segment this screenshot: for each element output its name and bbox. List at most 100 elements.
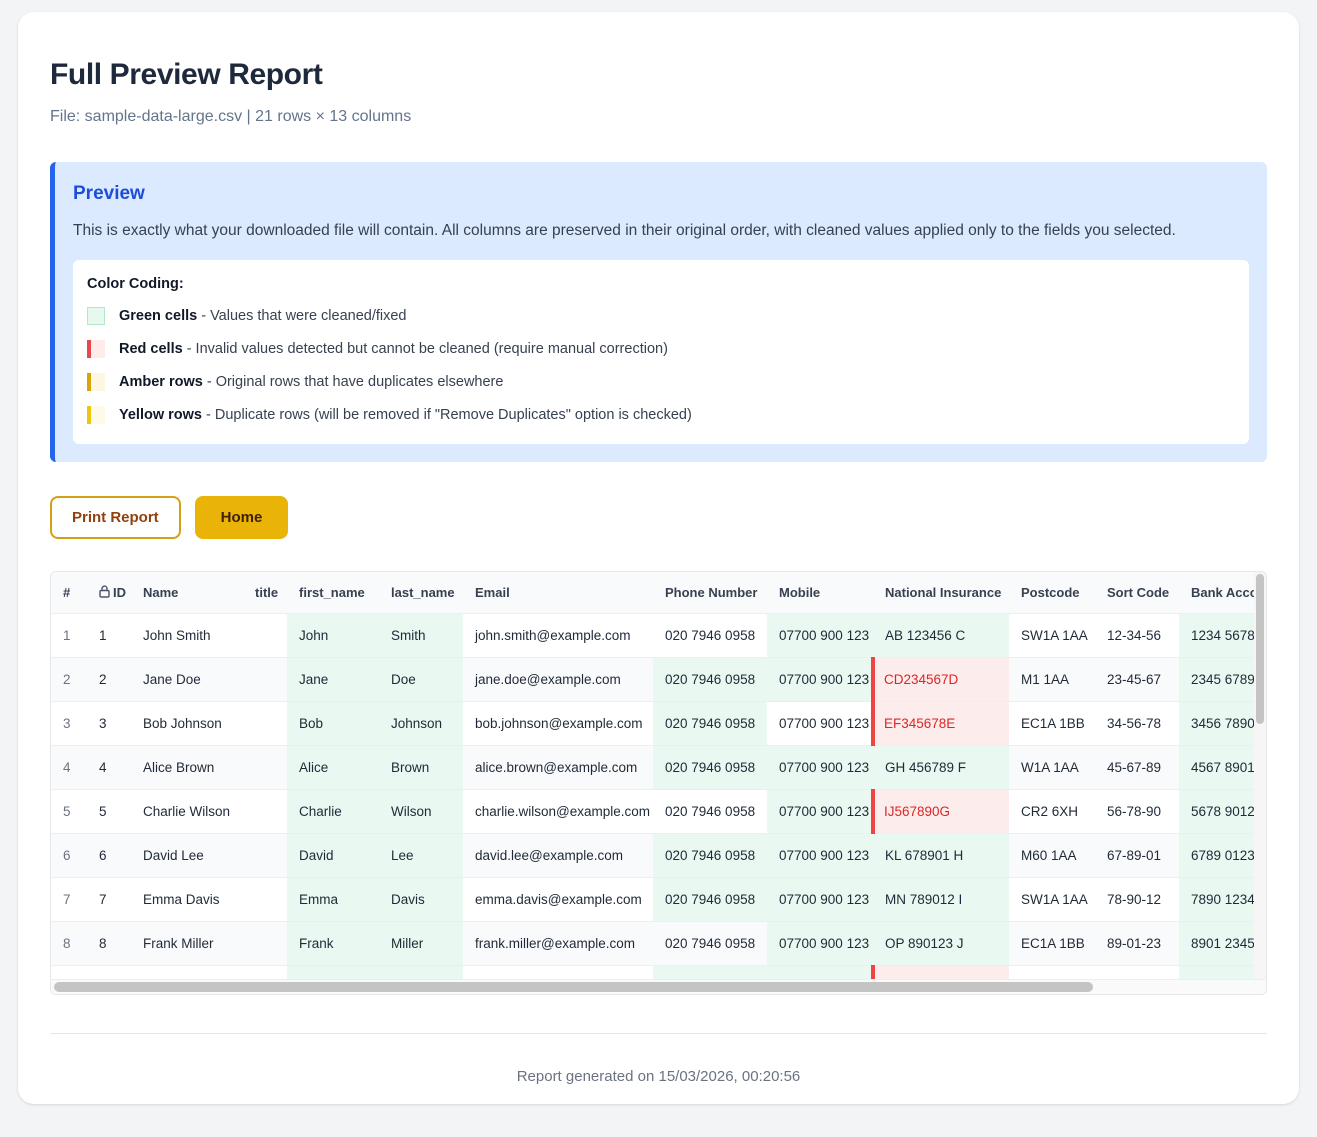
vertical-scrollbar-thumb[interactable] (1256, 574, 1264, 724)
cell-mobile: 07700 900 123 (767, 877, 873, 922)
cell-id: 4 (87, 745, 131, 790)
cell-postcode: SW1A 1AA (1009, 877, 1095, 922)
cell-ni: OP 890123 J (873, 921, 1009, 966)
cell-last: Smith (379, 613, 463, 658)
legend-item-text: Amber rows - Original rows that have dup… (119, 374, 504, 390)
green-swatch-icon (87, 307, 105, 325)
column-header-postcode: Postcode (1009, 572, 1095, 614)
column-header-first: first_name (287, 572, 379, 614)
red-swatch-icon (87, 340, 105, 358)
cell-mobile: 07700 900 123 (767, 745, 873, 790)
cell-phone: 020 7946 0958 (653, 657, 767, 702)
cell-mobile: 07700 900 123 (767, 833, 873, 878)
cell-postcode: EC1A 1BB (1009, 921, 1095, 966)
horizontal-scrollbar[interactable] (51, 978, 1266, 994)
cell-first: Bob (287, 701, 379, 746)
vertical-scrollbar[interactable] (1254, 572, 1266, 979)
cell-ni: AB 123456 C (873, 613, 1009, 658)
cell-phone: 020 7946 0958 (653, 745, 767, 790)
preview-description: This is exactly what your downloaded fil… (73, 222, 1176, 239)
cell-id: 1 (87, 613, 131, 658)
legend-item-text: Yellow rows - Duplicate rows (will be re… (119, 407, 692, 423)
cell-bank: 1234 5678 (1179, 613, 1266, 658)
report-card: Full Preview Report File: sample-data-la… (18, 12, 1299, 1104)
preview-table: # ID Name title first_name last_name Email Phon… (51, 572, 1266, 979)
cell-phone: 020 7946 0958 (653, 921, 767, 966)
cell-title (243, 921, 287, 966)
cell-postcode: SW1A 1AA (1009, 613, 1095, 658)
cell-email: jane.doe@example.com (463, 657, 653, 702)
legend-list: Green cells - Values that were cleaned/f… (87, 307, 1235, 424)
cell-email: bob.johnson@example.com (463, 701, 653, 746)
cell-sort: 12-34-56 (1095, 613, 1179, 658)
cell-name: Frank Miller (131, 921, 243, 966)
column-header-mobile: Mobile (767, 572, 873, 614)
cell-ni: GH 456789 F (873, 745, 1009, 790)
cell-mobile: 07700 900 123 (767, 921, 873, 966)
cell-id: 5 (87, 789, 131, 834)
legend-item-amber: Amber rows - Original rows that have dup… (87, 373, 1235, 391)
preview-table-container: # ID Name title first_name last_name Email Phon… (50, 571, 1267, 995)
cell-num: 3 (51, 701, 87, 746)
cell-title (243, 657, 287, 702)
cell-last: Davis (379, 877, 463, 922)
cell-last (379, 965, 463, 979)
home-button[interactable]: Home (194, 496, 289, 539)
color-coding-box: Color Coding: Green cells - Values that … (73, 260, 1249, 444)
cell-first: Frank (287, 921, 379, 966)
cell-name (131, 965, 243, 979)
cell-num: 2 (51, 657, 87, 702)
cell-postcode: CR2 6XH (1009, 789, 1095, 834)
cell-sort: 89-01-23 (1095, 921, 1179, 966)
cell-bank: 6789 0123 (1179, 833, 1266, 878)
cell-ni: IJ567890G (871, 789, 1009, 834)
cell-id: 2 (87, 657, 131, 702)
cell-id: 6 (87, 833, 131, 878)
cell-name: David Lee (131, 833, 243, 878)
cell-email: emma.davis@example.com (463, 877, 653, 922)
cell-title (243, 965, 287, 979)
cell-id: 3 (87, 701, 131, 746)
column-header-num: # (51, 572, 87, 614)
cell-first (287, 965, 379, 979)
cell-phone (653, 965, 767, 979)
cell-first: Jane (287, 657, 379, 702)
cell-bank: 3456 7890 (1179, 701, 1266, 746)
cell-first: Emma (287, 877, 379, 922)
legend-item-text: Red cells - Invalid values detected but … (119, 341, 668, 357)
horizontal-scrollbar-thumb[interactable] (54, 981, 1093, 992)
cell-last: Doe (379, 657, 463, 702)
cell-last: Brown (379, 745, 463, 790)
cell-num: 7 (51, 877, 87, 922)
cell-bank: 8901 2345 (1179, 921, 1266, 966)
cell-sort: 34-56-78 (1095, 701, 1179, 746)
cell-phone: 020 7946 0958 (653, 613, 767, 658)
table-row: 5 5 Charlie Wilson Charlie Wilson charlie.wil… (51, 789, 1266, 834)
amber-swatch-icon (87, 373, 105, 391)
yellow-swatch-icon (87, 406, 105, 424)
cell-email: charlie.wilson@example.com (463, 789, 653, 834)
cell-email: alice.brown@example.com (463, 745, 653, 790)
column-header-name: Name (131, 572, 243, 614)
cell-sort: 78-90-12 (1095, 877, 1179, 922)
cell-postcode: M60 1AA (1009, 833, 1095, 878)
cell-num (51, 965, 87, 979)
cell-first: David (287, 833, 379, 878)
table-body: 1 1 John Smith John Smith john.smith@example.… (51, 613, 1266, 979)
preview-panel: Preview This is exactly what your downlo… (50, 162, 1267, 462)
print-report-button[interactable]: Print Report (50, 496, 181, 539)
cell-name: Emma Davis (131, 877, 243, 922)
cell-email (463, 965, 653, 979)
cell-ni (871, 965, 1009, 979)
cell-sort: 56-78-90 (1095, 789, 1179, 834)
cell-num: 4 (51, 745, 87, 790)
cell-last: Miller (379, 921, 463, 966)
column-header-id: ID (87, 572, 131, 614)
cell-title (243, 789, 287, 834)
cell-sort (1095, 965, 1179, 979)
table-row: 2 2 Jane Doe Jane Doe jane.doe@example.com 020… (51, 657, 1266, 702)
cell-phone: 020 7946 0958 (653, 833, 767, 878)
cell-mobile: 07700 900 123 (767, 613, 873, 658)
cell-email: frank.miller@example.com (463, 921, 653, 966)
legend-item-text: Green cells - Values that were cleaned/f… (119, 308, 407, 324)
